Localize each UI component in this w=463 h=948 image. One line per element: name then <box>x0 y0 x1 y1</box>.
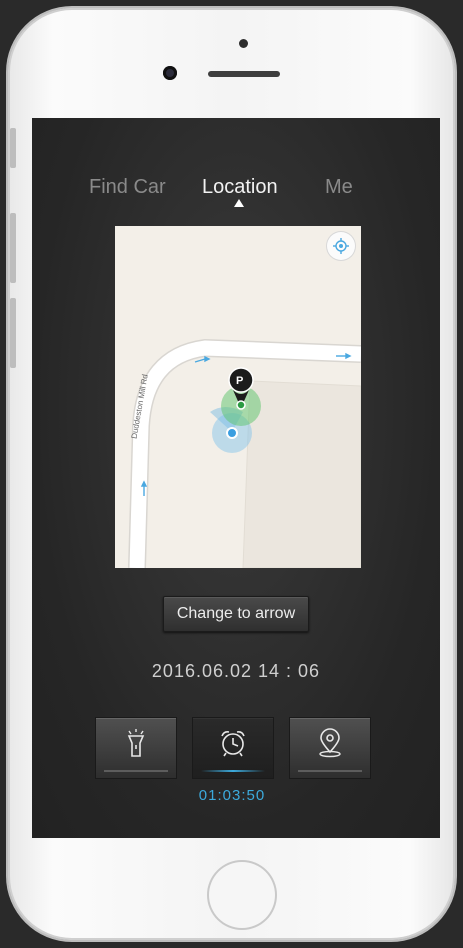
earpiece-speaker <box>208 71 280 77</box>
alarm-clock-icon <box>221 731 245 757</box>
proximity-sensor <box>239 39 248 48</box>
change-to-arrow-button[interactable]: Change to arrow <box>163 596 309 632</box>
timer-indicator-bar <box>201 770 265 772</box>
svg-text:P: P <box>236 375 243 387</box>
parking-car-pin-icon: P <box>221 367 261 426</box>
tab-me[interactable]: Me <box>325 176 353 199</box>
location-indicator-bar <box>298 770 362 772</box>
flashlight-icon <box>127 729 145 757</box>
active-tab-indicator <box>234 199 244 207</box>
parked-datetime: 2016.06.02 14 : 06 <box>151 661 321 681</box>
locate-me-button[interactable] <box>327 232 355 260</box>
volume-up-button <box>10 213 16 283</box>
elapsed-timer: 01:03:50 <box>198 787 266 804</box>
alarm-timer-button[interactable] <box>192 717 274 779</box>
location-pin-icon <box>319 728 341 758</box>
map-view[interactable]: P Duddeston Mill Rd <box>115 226 361 568</box>
crosshair-icon <box>333 238 349 254</box>
flashlight-indicator-bar <box>104 770 168 772</box>
app-screen: Find Car Location Me P Duddeston Mill Rd… <box>32 118 440 838</box>
tab-find-car[interactable]: Find Car <box>89 176 166 199</box>
location-button[interactable] <box>289 717 371 779</box>
flashlight-button[interactable] <box>95 717 177 779</box>
volume-down-button <box>10 298 16 368</box>
mute-switch <box>10 128 16 168</box>
tab-location[interactable]: Location <box>202 176 278 199</box>
home-button[interactable] <box>207 860 277 930</box>
front-camera <box>163 66 177 80</box>
